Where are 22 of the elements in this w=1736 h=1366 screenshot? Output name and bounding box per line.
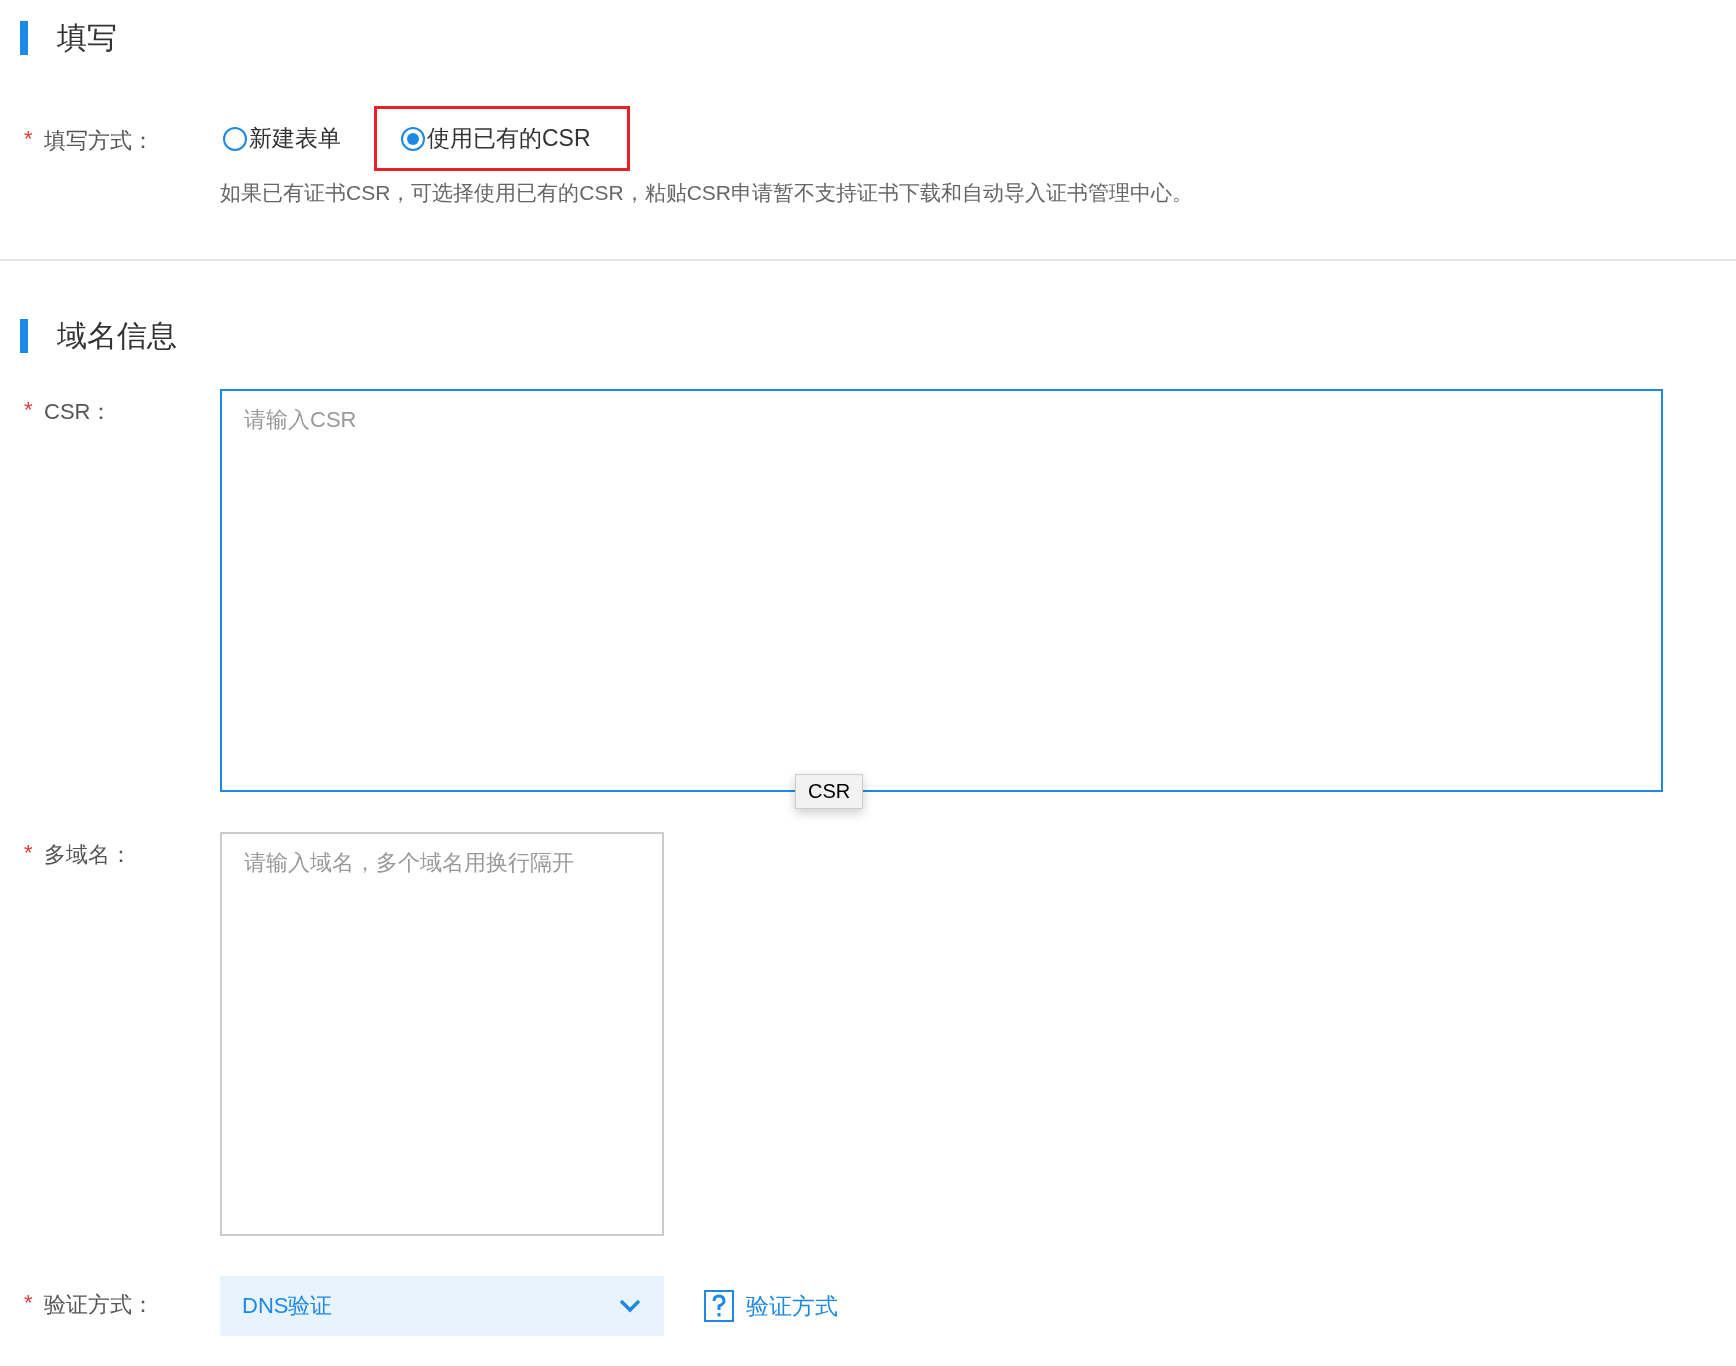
required-asterisk: * (23, 1290, 34, 1316)
required-asterisk: * (23, 840, 34, 866)
required-asterisk: * (23, 397, 34, 423)
section-title: 填写 (57, 19, 117, 56)
section-accent-bar (20, 21, 28, 55)
radio-option[interactable]: 使用已有的CSR (401, 123, 591, 154)
help-link[interactable]: 验证方式 (704, 1290, 838, 1322)
required-asterisk: * (23, 126, 34, 152)
field-label: 验证方式： (44, 1291, 154, 1319)
section-title: 域名信息 (57, 317, 177, 354)
chevron-down-icon (618, 1298, 642, 1314)
help-icon (704, 1290, 734, 1322)
radio-option[interactable]: 新建表单 (223, 123, 341, 154)
field-label: 多域名： (44, 841, 132, 869)
field-label: CSR： (44, 398, 113, 426)
radio-circle[interactable] (223, 126, 247, 151)
hint-text: 如果已有证书CSR，可选择使用已有的CSR，粘贴CSR申请暂不支持证书下载和自动导入证书管理中心。 (220, 180, 1194, 206)
tooltip: CSR (795, 774, 864, 809)
text-area[interactable]: 请输入域名，多个域名用换行隔开 (220, 832, 664, 1236)
radio-circle[interactable] (401, 126, 425, 151)
section-accent-bar (20, 319, 28, 353)
field-label: 填写方式： (44, 127, 154, 155)
